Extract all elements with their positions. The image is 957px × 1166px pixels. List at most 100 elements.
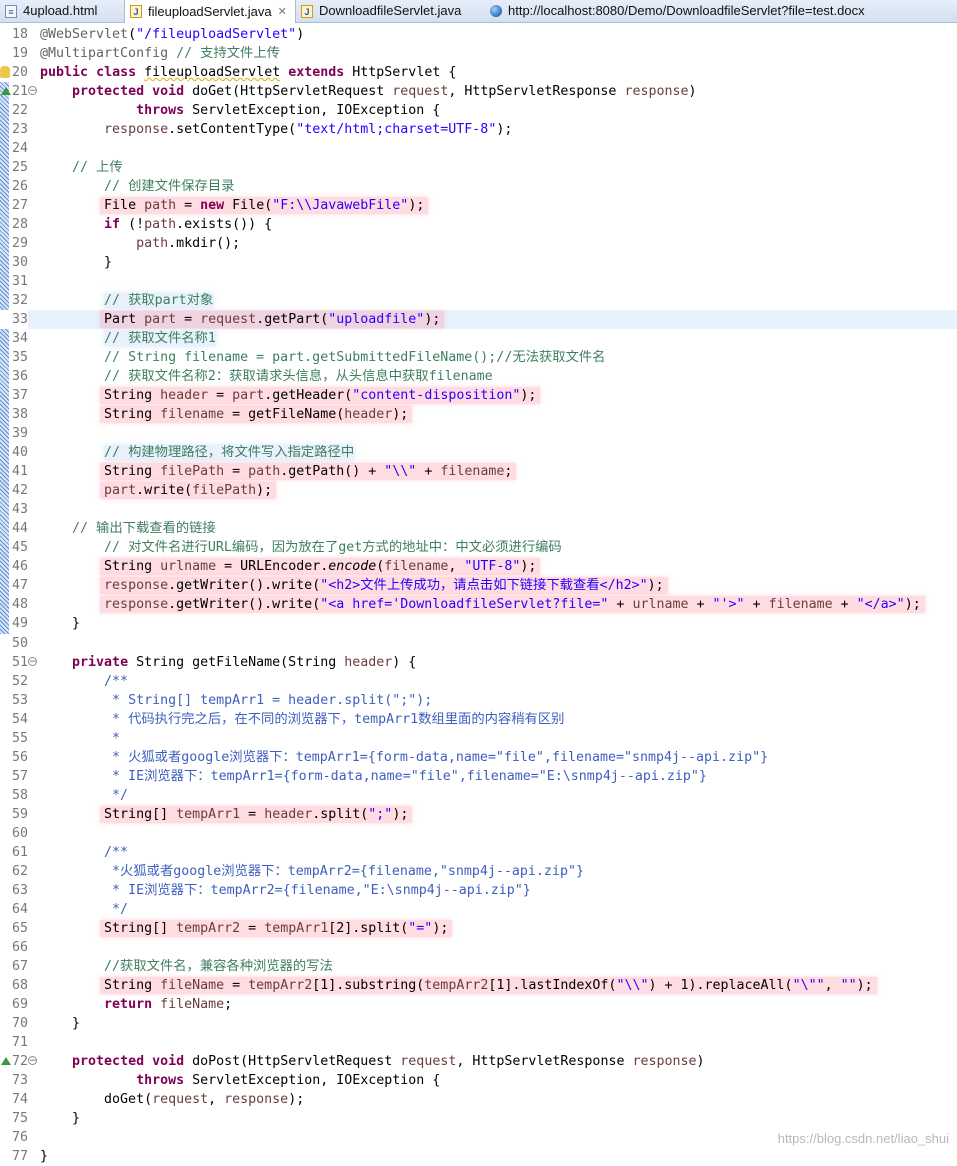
code-line[interactable]: 49 } — [0, 614, 957, 633]
line-number: 37 — [11, 388, 28, 404]
code-line[interactable]: 75 } — [0, 1109, 957, 1128]
code-line[interactable]: 53 * String[] tempArr1 = header.split(";… — [0, 691, 957, 710]
code-line[interactable]: 48 response.getWriter().write("<a href='… — [0, 595, 957, 614]
code-line[interactable]: 43 — [0, 500, 957, 519]
code-token: /** — [104, 673, 129, 689]
code-line[interactable]: 34 // 获取文件名称1 — [0, 329, 957, 348]
code-text: * — [40, 729, 120, 748]
code-token: = — [224, 977, 249, 993]
line-number: 76 — [11, 1129, 28, 1145]
code-line[interactable]: 25 // 上传 — [0, 158, 957, 177]
code-line[interactable]: 44 // 输出下载查看的链接 — [0, 519, 957, 538]
code-line[interactable]: 65 String[] tempArr2 = tempArr1[2].split… — [0, 919, 957, 938]
tab-4upload-html[interactable]: ≡ 4upload.html — [0, 0, 97, 22]
code-token: protected — [72, 1053, 145, 1069]
code-line[interactable]: 51− private String getFileName(String he… — [0, 653, 957, 672]
code-token: urlname — [160, 559, 217, 575]
code-line[interactable]: 27 File path = new File("F:\\JavawebFile… — [0, 196, 957, 215]
close-icon[interactable]: ✕ — [278, 1, 287, 23]
code-line[interactable]: 60 — [0, 824, 957, 843]
override-marker-icon[interactable] — [1, 1056, 11, 1065]
code-line[interactable]: 63 * IE浏览器下：tempArr2={filename,"E:\snmp4… — [0, 881, 957, 900]
code-line[interactable]: 70 } — [0, 1014, 957, 1033]
code-line[interactable]: 24 — [0, 139, 957, 158]
code-token: protected — [72, 84, 145, 100]
code-line[interactable]: 50 — [0, 634, 957, 653]
code-line[interactable]: 29 path.mkdir(); — [0, 234, 957, 253]
code-token: "\"" — [792, 977, 825, 993]
code-text: // 输出下载查看的链接 — [40, 519, 216, 538]
code-line[interactable]: 38 String filename = getFileName(header)… — [0, 405, 957, 424]
code-line[interactable]: 57 * IE浏览器下：tempArr1={form-data,name="fi… — [0, 767, 957, 786]
line-number: 19 — [11, 46, 28, 62]
code-token: * IE浏览器下：tempArr2={filename,"E:\snmp4j--… — [104, 882, 531, 898]
fold-toggle-icon[interactable]: − — [28, 1055, 37, 1065]
code-line[interactable]: 74 doGet(request, response); — [0, 1090, 957, 1109]
fold-toggle-icon[interactable]: − — [28, 656, 37, 666]
code-line[interactable]: 61 /** — [0, 843, 957, 862]
code-line[interactable]: 31 — [0, 272, 957, 291]
code-token: */ — [104, 787, 129, 803]
code-line[interactable]: 56 * 火狐或者google浏览器下：tempArr1={form-data,… — [0, 748, 957, 767]
code-line[interactable]: 71 — [0, 1033, 957, 1052]
code-line[interactable]: 28 if (!path.exists()) { — [0, 215, 957, 234]
code-line[interactable]: 32 // 获取part对象 — [0, 291, 957, 310]
code-token: .exists()) { — [176, 217, 273, 233]
code-line[interactable]: 46 String urlname = URLEncoder.encode(fi… — [0, 557, 957, 576]
code-line[interactable]: 68 String fileName = tempArr2[1].substri… — [0, 976, 957, 995]
code-line[interactable]: 18 @WebServlet("/fileuploadServlet") — [0, 25, 957, 44]
code-line[interactable]: 55 * — [0, 729, 957, 748]
code-token: } — [40, 1110, 81, 1126]
warning-icon[interactable] — [0, 66, 10, 79]
code-line[interactable]: 45 // 对文件名进行URL编码，因为放在了get方式的地址中：中文必须进行编… — [0, 538, 957, 557]
code-line[interactable]: 73 throws ServletException, IOException … — [0, 1071, 957, 1090]
highlight-box: String[] tempArr1 = header.split(";"); — [100, 805, 413, 823]
override-marker-icon[interactable] — [1, 87, 11, 96]
code-line[interactable]: 21− protected void doGet(HttpServletRequ… — [0, 82, 957, 101]
code-line[interactable]: 66 — [0, 938, 957, 957]
code-line[interactable]: 69 return fileName; — [0, 995, 957, 1014]
code-line[interactable]: 64 */ — [0, 900, 957, 919]
code-line[interactable]: 39 — [0, 424, 957, 443]
code-line[interactable]: 37 String header = part.getHeader("conte… — [0, 386, 957, 405]
tab-browser-download[interactable]: http://localhost:8080/Demo/DownloadfileS… — [482, 0, 865, 22]
code-line[interactable]: 52 /** — [0, 672, 957, 691]
code-token: .mkdir(); — [168, 236, 241, 252]
code-line[interactable]: 54 * 代码执行完之后，在不同的浏览器下，tempArr1数组里面的内容稍有区… — [0, 710, 957, 729]
highlight-box: response.getWriter().write("<a href='Dow… — [100, 596, 925, 614]
code-token: doPost(HttpServletRequest — [184, 1053, 401, 1069]
code-line[interactable]: 35 // String filename = part.getSubmitte… — [0, 348, 957, 367]
code-line[interactable]: 58 */ — [0, 786, 957, 805]
code-line[interactable]: 41 String filePath = path.getPath() + "\… — [0, 462, 957, 481]
code-token: throws — [136, 103, 185, 119]
code-line[interactable]: 19 @MultipartConfig // 支持文件上传 — [0, 44, 957, 63]
code-line[interactable]: 42 part.write(filePath); — [0, 481, 957, 500]
code-line[interactable]: 67 //获取文件名，兼容各种浏览器的写法 — [0, 957, 957, 976]
code-line[interactable]: 33 Part part = request.getPart("uploadfi… — [0, 310, 957, 330]
code-token: "'>" — [712, 597, 745, 613]
code-line[interactable]: 77} — [0, 1147, 957, 1166]
code-line[interactable]: 47 response.getWriter().write("<h2>文件上传成… — [0, 576, 957, 595]
code-line[interactable]: 59 String[] tempArr1 = header.split(";")… — [0, 805, 957, 824]
code-line[interactable]: 23 response.setContentType("text/html;ch… — [0, 120, 957, 139]
tab-fileuploadservlet-java[interactable]: J fileuploadServlet.java ✕ — [124, 0, 296, 23]
code-line[interactable]: 20 public class fileuploadServlet extends… — [0, 63, 957, 82]
code-line[interactable]: 22 throws ServletException, IOException … — [0, 101, 957, 120]
code-editor[interactable]: 18 @WebServlet("/fileuploadServlet") 19 @Mu… — [0, 25, 957, 1166]
code-line[interactable]: 40 // 构建物理路径，将文件写入指定路径中 — [0, 443, 957, 462]
fold-toggle-icon[interactable]: − — [28, 86, 37, 96]
tab-downloadfileservlet-java[interactable]: J DownloadfileServlet.java — [296, 0, 461, 22]
code-line[interactable]: 72− protected void doPost(HttpServletReq… — [0, 1052, 957, 1071]
tab-label: DownloadfileServlet.java — [319, 3, 462, 18]
code-line[interactable]: 26 // 创建文件保存目录 — [0, 177, 957, 196]
code-line[interactable]: 36 // 获取文件名称2：获取请求头信息，从头信息中获取filename — [0, 367, 957, 386]
code-line[interactable]: 62 *火狐或者google浏览器下：tempArr2={filename,"s… — [0, 862, 957, 881]
code-token: * IE浏览器下：tempArr1={form-data,name="file"… — [104, 768, 707, 784]
code-line[interactable]: 30 } — [0, 253, 957, 272]
